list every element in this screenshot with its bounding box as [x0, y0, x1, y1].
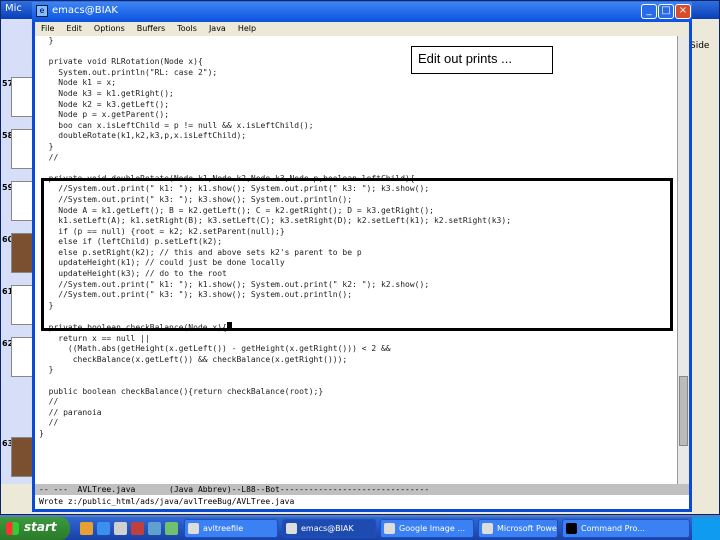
menu-options[interactable]: Options [94, 24, 125, 34]
folder-icon [188, 523, 199, 534]
menu-help[interactable]: Help [238, 24, 256, 34]
code-line[interactable]: // [39, 418, 511, 429]
terminal-icon [566, 523, 577, 534]
code-line[interactable] [39, 376, 511, 387]
code-line[interactable]: } [39, 142, 511, 153]
code-line[interactable] [39, 163, 511, 174]
code-line[interactable]: doubleRotate(k1,k2,k3,p,x.isLeftChild); [39, 131, 511, 142]
code-editor[interactable]: } private void RLRotation(Node x){ Syste… [35, 36, 677, 484]
menu-tools[interactable]: Tools [177, 24, 197, 34]
slide-thumbnail[interactable] [11, 337, 33, 377]
callout-annotation: Edit out prints ... [411, 46, 553, 74]
code-line[interactable]: public boolean checkBalance(){return che… [39, 387, 511, 398]
task-pane-label: Side [690, 41, 710, 51]
powerpoint-icon [482, 523, 493, 534]
taskbar: start avltreefile emacs@BIAK Google Imag… [0, 517, 720, 540]
scrollbar-thumb[interactable] [679, 376, 688, 446]
code-line[interactable]: } [39, 365, 511, 376]
emacs-icon [286, 523, 297, 534]
system-tray[interactable] [692, 517, 720, 540]
slide-thumbnail[interactable] [11, 181, 33, 221]
code-line[interactable]: boo can x.isLeftChild = p != null && x.i… [39, 121, 511, 132]
task-google-image[interactable]: Google Image ... [380, 519, 474, 538]
vertical-scrollbar[interactable] [677, 36, 689, 484]
window-title: emacs@BIAK [52, 5, 118, 16]
code-line[interactable]: Node k3 = k1.getRight(); [39, 89, 511, 100]
windows-logo-icon [6, 522, 19, 535]
quicklaunch-folder-icon[interactable] [80, 522, 93, 535]
slide-thumbnail[interactable] [11, 437, 33, 477]
quicklaunch-app-icon[interactable] [148, 522, 161, 535]
minimize-icon[interactable]: _ [641, 4, 657, 19]
code-line[interactable]: // [39, 153, 511, 164]
code-line[interactable]: ((Math.abs(getHeight(x.getLeft()) - getH… [39, 344, 511, 355]
menu-file[interactable]: File [41, 24, 54, 34]
slide-thumbnail[interactable] [11, 129, 33, 169]
emacs-window: e emacs@BIAK _ □ × File Edit Options Buf… [32, 2, 692, 512]
emacs-menubar: File Edit Options Buffers Tools Java Hel… [35, 22, 689, 36]
minibuffer[interactable]: Wrote z:/public_html/ads/java/avlTreeBug… [35, 496, 689, 507]
highlight-box [41, 178, 673, 331]
quicklaunch-app-icon[interactable] [131, 522, 144, 535]
quicklaunch-browser-icon[interactable] [97, 522, 110, 535]
task-command-prompt[interactable]: Command Pro... [562, 519, 690, 538]
start-label: start [24, 520, 57, 534]
code-line[interactable]: // [39, 397, 511, 408]
menu-edit[interactable]: Edit [66, 24, 82, 34]
browser-icon [384, 523, 395, 534]
slide-thumbnail[interactable] [11, 233, 33, 273]
code-line[interactable]: } [39, 36, 511, 47]
task-powerpoint[interactable]: Microsoft Power... [478, 519, 558, 538]
desktop: Mic 57 58 59 60 61 62 63 Side e emacs@BI… [0, 0, 720, 540]
code-line[interactable]: checkBalance(x.getLeft()) && checkBalanc… [39, 355, 511, 366]
code-line[interactable]: } [39, 429, 511, 440]
task-avltreefile[interactable]: avltreefile [184, 519, 278, 538]
code-line[interactable]: Node k2 = k3.getLeft(); [39, 100, 511, 111]
mode-line: -- --- AVLTree.java (Java Abbrev)--L88--… [35, 484, 689, 495]
code-line[interactable]: // paranoia [39, 408, 511, 419]
slide-thumbnail[interactable] [11, 285, 33, 325]
emacs-app-icon[interactable]: e [36, 5, 48, 17]
start-button[interactable]: start [0, 517, 70, 540]
menu-java[interactable]: Java [209, 24, 226, 34]
code-line[interactable]: return x == null || [39, 334, 511, 345]
maximize-icon[interactable]: □ [658, 4, 674, 19]
quicklaunch-desktop-icon[interactable] [114, 522, 127, 535]
code-line[interactable]: Node k1 = x; [39, 78, 511, 89]
quicklaunch-app-icon[interactable] [165, 522, 178, 535]
task-emacs[interactable]: emacs@BIAK [282, 519, 376, 538]
emacs-title-bar[interactable]: e emacs@BIAK _ □ × [32, 2, 692, 22]
code-line[interactable]: Node p = x.getParent(); [39, 110, 511, 121]
menu-buffers[interactable]: Buffers [137, 24, 165, 34]
slide-thumbnail[interactable] [11, 77, 33, 117]
close-icon[interactable]: × [675, 4, 691, 19]
